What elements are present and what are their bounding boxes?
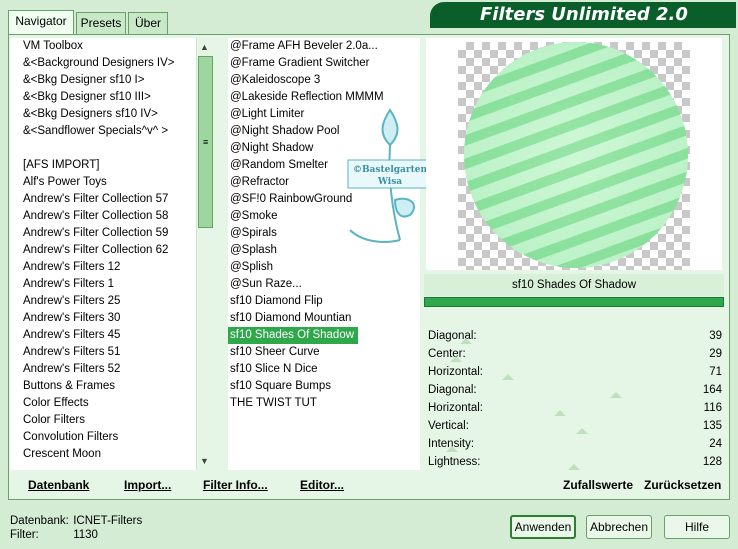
filter-item[interactable]: @Frame AFH Beveler 2.0a... bbox=[228, 38, 420, 55]
category-item[interactable]: &<Sandflower Specials^v^ > bbox=[10, 123, 214, 140]
filter-info-link[interactable]: Filter Info... bbox=[203, 478, 268, 492]
category-item[interactable]: Crescent Moon bbox=[10, 446, 214, 463]
category-item[interactable]: Andrew's Filters 12 bbox=[10, 259, 214, 276]
slider-thumb[interactable] bbox=[554, 410, 566, 416]
slider-horizontal-1[interactable]: Horizontal: 71 bbox=[424, 364, 724, 382]
database-value: ICNET-Filters bbox=[73, 515, 143, 527]
slider-diagonal-1[interactable]: Diagonal: 39 bbox=[424, 328, 724, 346]
preview-area bbox=[426, 38, 722, 270]
category-scrollbar[interactable]: ▲ ≡ ▼ bbox=[196, 38, 214, 470]
slider-thumb[interactable] bbox=[576, 428, 588, 434]
help-button[interactable]: Hilfe bbox=[664, 515, 730, 539]
editor-link[interactable]: Editor... bbox=[300, 478, 344, 492]
slider-lightness[interactable]: Lightness: 128 bbox=[424, 454, 724, 472]
slider-thumb[interactable] bbox=[446, 446, 458, 452]
slider-label: Vertical: bbox=[428, 420, 469, 432]
slider-value: 29 bbox=[709, 348, 722, 360]
slider-thumb[interactable] bbox=[568, 464, 580, 470]
category-item[interactable]: Andrew's Filters 52 bbox=[10, 361, 214, 378]
category-item[interactable]: &<Bkg Designer sf10 I> bbox=[10, 72, 214, 89]
scroll-up-icon[interactable]: ▲ bbox=[200, 42, 209, 52]
slider-thumb[interactable] bbox=[450, 356, 462, 362]
watermark-line2: Wisa bbox=[377, 177, 402, 187]
category-item[interactable]: Andrew's Filters 51 bbox=[10, 344, 214, 361]
filter-item-selected[interactable]: sf10 Shades Of Shadow bbox=[228, 327, 359, 344]
category-list[interactable]: VM Toolbox &<Background Designers IV> &<Bk… bbox=[10, 38, 214, 470]
slider-label: Horizontal: bbox=[428, 366, 483, 378]
status-info: Datenbank: ICNET-Filters Filter: 1130 bbox=[10, 514, 142, 542]
randomize-link[interactable]: Zufallswerte bbox=[563, 478, 633, 492]
filter-item[interactable]: @Kaleidoscope 3 bbox=[228, 72, 420, 89]
import-link[interactable]: Import... bbox=[124, 478, 171, 492]
filter-item[interactable]: @Frame Gradient Switcher bbox=[228, 55, 420, 72]
preview-image bbox=[464, 42, 688, 268]
category-item[interactable]: VM Toolbox bbox=[10, 38, 214, 55]
action-links: Datenbank Import... Filter Info... Edito… bbox=[0, 478, 738, 496]
category-item[interactable]: Color Effects bbox=[10, 395, 214, 412]
category-item[interactable]: Andrew's Filters 1 bbox=[10, 276, 214, 293]
slider-thumb[interactable] bbox=[610, 392, 622, 398]
filter-item[interactable]: @Sun Raze... bbox=[228, 276, 420, 293]
selected-filter-name: sf10 Shades Of Shadow bbox=[424, 274, 724, 296]
slider-label: Horizontal: bbox=[428, 402, 483, 414]
slider-value: 135 bbox=[702, 420, 722, 432]
filter-item[interactable]: THE TWIST TUT bbox=[228, 395, 420, 412]
cancel-button[interactable]: Abbrechen bbox=[586, 515, 652, 539]
scroll-thumb[interactable]: ≡ bbox=[198, 56, 213, 228]
slider-value: 116 bbox=[703, 402, 722, 414]
reset-link[interactable]: Zurücksetzen bbox=[644, 478, 721, 492]
slider-value: 164 bbox=[702, 384, 722, 396]
filter-item[interactable]: sf10 Diamond Flip bbox=[228, 293, 420, 310]
category-item[interactable]: Alf's Power Toys bbox=[10, 174, 214, 191]
category-item[interactable]: Andrew's Filters 30 bbox=[10, 310, 214, 327]
slider-value: 128 bbox=[702, 456, 722, 468]
filter-item[interactable]: sf10 Sheer Curve bbox=[228, 344, 420, 361]
slider-label: Lightness: bbox=[428, 456, 481, 468]
category-item[interactable] bbox=[10, 140, 214, 157]
category-item[interactable]: &<Background Designers IV> bbox=[10, 55, 214, 72]
category-item[interactable]: Andrew's Filter Collection 58 bbox=[10, 208, 214, 225]
slider-horizontal-2[interactable]: Horizontal: 116 bbox=[424, 400, 724, 418]
filter-count-value: 1130 bbox=[73, 529, 98, 541]
slider-thumb[interactable] bbox=[460, 338, 472, 344]
category-item[interactable]: [AFS IMPORT] bbox=[10, 157, 214, 174]
slider-center[interactable]: Center: 29 bbox=[424, 346, 724, 364]
app-title: Filters Unlimited 2.0 bbox=[430, 2, 736, 28]
category-item[interactable]: &<Bkg Designer sf10 III> bbox=[10, 89, 214, 106]
parameter-sliders: Diagonal: 39 Center: 29 Horizontal: 71 D… bbox=[424, 328, 724, 472]
slider-intensity[interactable]: Intensity: 24 bbox=[424, 436, 724, 454]
datenbank-link[interactable]: Datenbank bbox=[28, 478, 89, 492]
category-item[interactable]: Andrew's Filters 25 bbox=[10, 293, 214, 310]
slider-diagonal-2[interactable]: Diagonal: 164 bbox=[424, 382, 724, 400]
apply-button[interactable]: Anwenden bbox=[510, 515, 576, 539]
slider-value: 71 bbox=[709, 366, 722, 378]
tab-uber[interactable]: Über bbox=[128, 12, 168, 34]
category-item[interactable]: Color Filters bbox=[10, 412, 214, 429]
category-item[interactable]: Andrew's Filter Collection 57 bbox=[10, 191, 214, 208]
tab-navigator[interactable]: Navigator bbox=[8, 10, 74, 34]
database-label: Datenbank: bbox=[10, 515, 69, 527]
category-item[interactable]: Andrew's Filters 45 bbox=[10, 327, 214, 344]
filter-item[interactable]: @Splish bbox=[228, 259, 420, 276]
watermark-logo: ©Bastelgarten Wisa bbox=[347, 108, 433, 243]
slider-value: 39 bbox=[709, 330, 722, 342]
slider-thumb[interactable] bbox=[502, 374, 514, 380]
filter-item[interactable]: sf10 Slice N Dice bbox=[228, 361, 420, 378]
slider-label: Diagonal: bbox=[428, 384, 477, 396]
grip-icon: ≡ bbox=[203, 137, 209, 147]
category-item[interactable]: Buttons & Frames bbox=[10, 378, 214, 395]
category-item[interactable]: &<Bkg Designers sf10 IV> bbox=[10, 106, 214, 123]
tab-presets[interactable]: Presets bbox=[76, 12, 126, 34]
slider-vertical[interactable]: Vertical: 135 bbox=[424, 418, 724, 436]
watermark-line1: ©Bastelgarten bbox=[353, 165, 428, 175]
category-item[interactable]: Convolution Filters bbox=[10, 429, 214, 446]
filter-item[interactable]: sf10 Diamond Mountian bbox=[228, 310, 420, 327]
filter-item[interactable]: sf10 Square Bumps bbox=[228, 378, 420, 395]
scroll-down-icon[interactable]: ▼ bbox=[200, 456, 209, 466]
filter-count-label: Filter: bbox=[10, 529, 39, 541]
slider-value: 24 bbox=[709, 438, 722, 450]
category-item[interactable]: Andrew's Filter Collection 62 bbox=[10, 242, 214, 259]
progress-bar bbox=[424, 297, 724, 307]
category-item[interactable]: Andrew's Filter Collection 59 bbox=[10, 225, 214, 242]
